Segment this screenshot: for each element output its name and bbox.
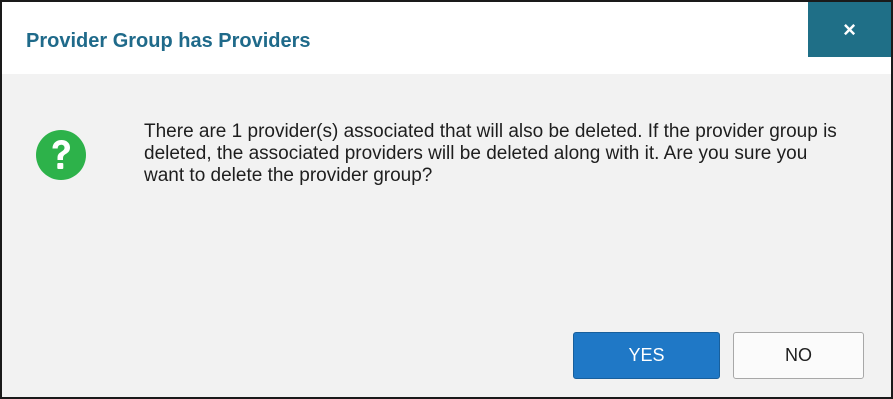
confirm-delete-dialog: Provider Group has Providers × There are… bbox=[0, 0, 893, 399]
dialog-message: There are 1 provider(s) associated that … bbox=[144, 121, 837, 186]
no-button[interactable]: NO bbox=[733, 332, 864, 379]
yes-button[interactable]: YES bbox=[573, 332, 720, 379]
close-icon: × bbox=[843, 16, 856, 42]
dialog-titlebar: Provider Group has Providers × bbox=[2, 2, 891, 74]
close-button[interactable]: × bbox=[808, 2, 891, 57]
dialog-body: There are 1 provider(s) associated that … bbox=[2, 74, 891, 397]
question-circle-icon bbox=[36, 130, 86, 180]
dialog-title: Provider Group has Providers bbox=[26, 30, 311, 52]
